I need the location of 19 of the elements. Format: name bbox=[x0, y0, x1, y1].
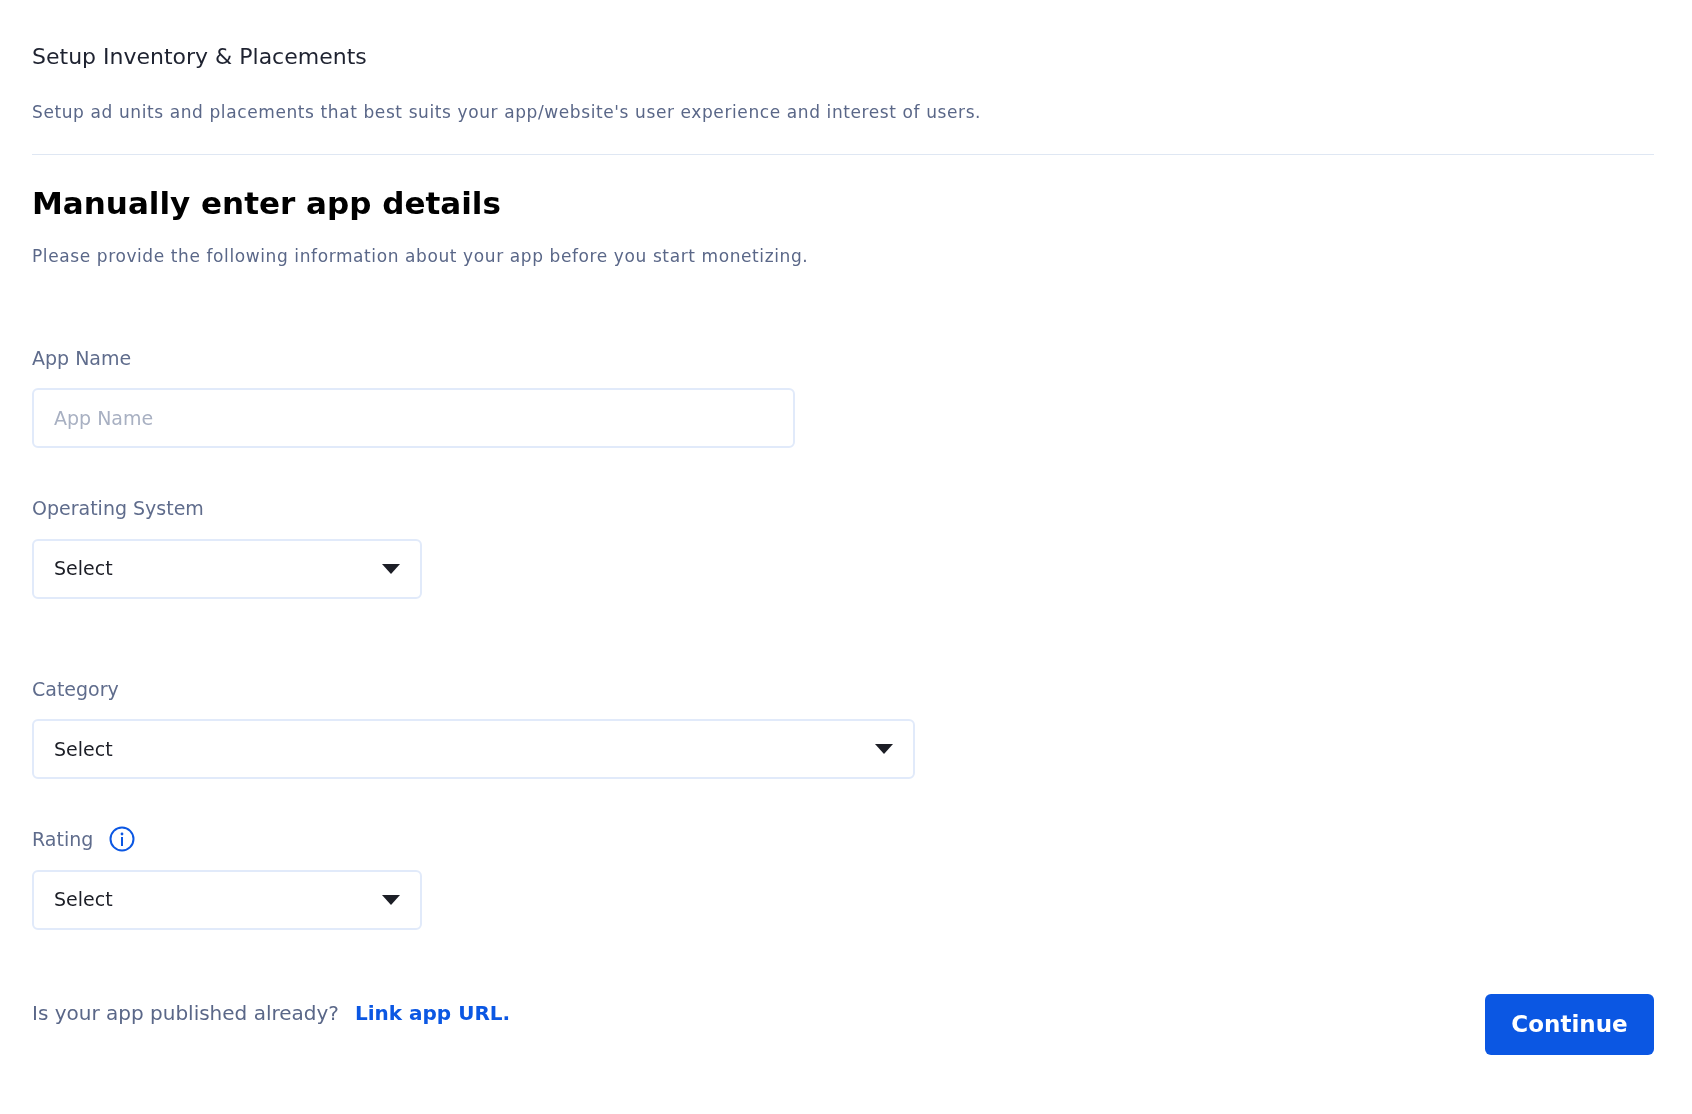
field-label: Operating System bbox=[32, 496, 204, 522]
question-text: Is your app published already? bbox=[32, 999, 339, 1027]
field-label: Rating bbox=[32, 827, 94, 853]
link-app-url[interactable]: Link app URL. bbox=[354, 997, 511, 1028]
caret-icon bbox=[382, 563, 400, 574]
caret-icon bbox=[382, 894, 400, 905]
field-label: App Name bbox=[32, 345, 132, 371]
page-title: Setup Inventory & Placements bbox=[32, 44, 368, 71]
field-label: Category bbox=[32, 676, 119, 702]
form-heading: Manually enter app details bbox=[32, 184, 502, 223]
page-subtitle: Setup ad units and placements that best suits your app/website's user experience and interest of users. bbox=[32, 101, 983, 125]
text-field[interactable]: App Name bbox=[32, 388, 795, 449]
form-description: Please provide the following information about your app before you start monetizing. bbox=[32, 245, 810, 269]
select-dropdown[interactable]: Select bbox=[32, 869, 422, 930]
caret-icon bbox=[875, 744, 893, 755]
info-icon[interactable] bbox=[109, 826, 136, 853]
select-dropdown[interactable]: Select bbox=[32, 719, 915, 780]
select-dropdown[interactable]: Select bbox=[32, 538, 422, 599]
continue-button[interactable]: Continue bbox=[1485, 993, 1654, 1055]
